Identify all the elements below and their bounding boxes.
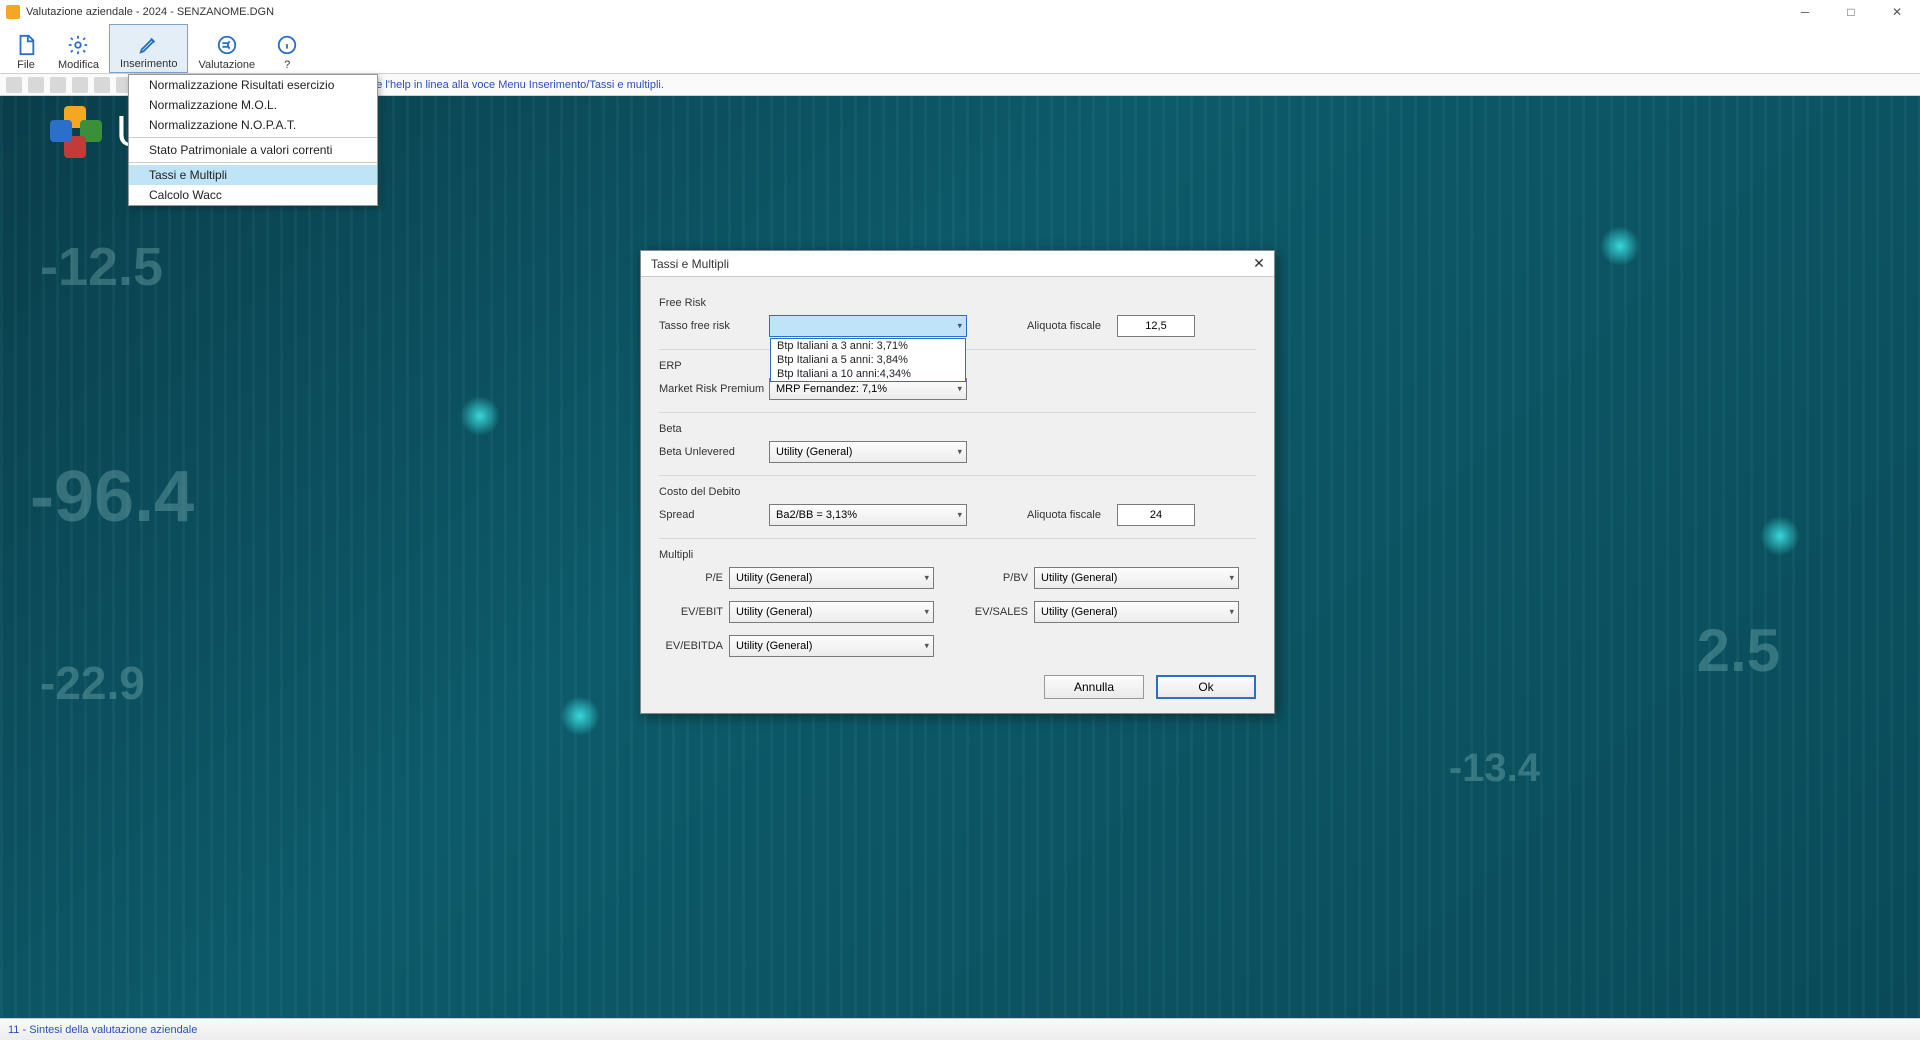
euro-icon xyxy=(215,33,239,57)
gear-icon xyxy=(66,33,90,57)
combo-option[interactable]: Btp Italiani a 3 anni: 3,71% xyxy=(771,339,965,353)
evebit-combo[interactable]: Utility (General) ▾ xyxy=(729,601,934,623)
pbv-label: P/BV xyxy=(964,572,1034,584)
aliquota2-label: Aliquota fiscale xyxy=(1027,509,1117,521)
dialog-title-text: Tassi e Multipli xyxy=(651,257,729,271)
menu-item-norm-risultati[interactable]: Normalizzazione Risultati esercizio xyxy=(129,75,377,95)
minimize-button[interactable]: ─ xyxy=(1782,0,1828,24)
toolbar-modifica[interactable]: Modifica xyxy=(48,24,109,73)
chevron-down-icon: ▾ xyxy=(1229,607,1234,618)
combo-option[interactable]: Btp Italiani a 10 anni:4,34% xyxy=(771,367,965,381)
chevron-down-icon: ▾ xyxy=(957,321,962,332)
combo-option[interactable]: Btp Italiani a 5 anni: 3,84% xyxy=(771,353,965,367)
pe-combo[interactable]: Utility (General) ▾ xyxy=(729,567,934,589)
tasso-freerisk-options: Btp Italiani a 3 anni: 3,71% Btp Italian… xyxy=(770,338,966,382)
maximize-button[interactable]: □ xyxy=(1828,0,1874,24)
section-freerisk-label: Free Risk xyxy=(659,297,1256,309)
mini-icon[interactable] xyxy=(50,77,66,93)
menu-item-calcolo-wacc[interactable]: Calcolo Wacc xyxy=(129,185,377,205)
cancel-button-label: Annulla xyxy=(1074,680,1114,694)
chevron-down-icon: ▾ xyxy=(924,573,929,584)
toolbar-help[interactable]: ? xyxy=(265,24,309,73)
tassi-multipli-dialog: Tassi e Multipli ✕ Free Risk Tasso free … xyxy=(640,250,1275,714)
pencil-icon xyxy=(137,32,161,56)
toolbar-modifica-label: Modifica xyxy=(58,59,99,71)
aliquota1-input[interactable] xyxy=(1117,315,1195,337)
evebit-label: EV/EBIT xyxy=(659,606,729,618)
evebit-value: Utility (General) xyxy=(736,606,812,618)
inserimento-menu: Normalizzazione Risultati esercizio Norm… xyxy=(128,74,378,206)
menu-separator xyxy=(129,162,377,163)
mrp-label: Market Risk Premium xyxy=(659,383,769,395)
cancel-button[interactable]: Annulla xyxy=(1044,675,1144,699)
menu-separator xyxy=(129,137,377,138)
statusbar-text: 11 - Sintesi della valutazione aziendale xyxy=(8,1024,197,1036)
chevron-down-icon: ▾ xyxy=(957,510,962,521)
evsales-combo[interactable]: Utility (General) ▾ xyxy=(1034,601,1239,623)
section-costodebito-label: Costo del Debito xyxy=(659,486,1256,498)
toolbar-valutazione[interactable]: Valutazione xyxy=(188,24,265,73)
menu-item-stato-patrimoniale[interactable]: Stato Patrimoniale a valori correnti xyxy=(129,140,377,160)
tasso-freerisk-label: Tasso free risk xyxy=(659,320,769,332)
beta-unlevered-label: Beta Unlevered xyxy=(659,446,769,458)
main-toolbar: File Modifica Inserimento Valutazione ? xyxy=(0,24,1920,74)
pe-label: P/E xyxy=(659,572,729,584)
dialog-close-button[interactable]: ✕ xyxy=(1248,253,1270,273)
ok-button[interactable]: Ok xyxy=(1156,675,1256,699)
mrp-value: MRP Fernandez: 7,1% xyxy=(776,383,887,395)
mini-icon[interactable] xyxy=(94,77,110,93)
tasso-freerisk-combo[interactable]: ▾ Btp Italiani a 3 anni: 3,71% Btp Itali… xyxy=(769,315,967,337)
chevron-down-icon: ▾ xyxy=(924,607,929,618)
chevron-down-icon: ▾ xyxy=(957,384,962,395)
dialog-titlebar: Tassi e Multipli ✕ xyxy=(641,251,1274,277)
evebitda-combo[interactable]: Utility (General) ▾ xyxy=(729,635,934,657)
mini-icon[interactable] xyxy=(28,77,44,93)
chevron-down-icon: ▾ xyxy=(924,641,929,652)
close-button[interactable]: ✕ xyxy=(1874,0,1920,24)
section-multipli-label: Multipli xyxy=(659,549,1256,561)
titlebar: Valutazione aziendale - 2024 - SENZANOME… xyxy=(0,0,1920,24)
file-icon xyxy=(14,33,38,57)
aliquota2-input[interactable] xyxy=(1117,504,1195,526)
aliquota1-label: Aliquota fiscale xyxy=(1027,320,1117,332)
app-icon xyxy=(6,5,20,19)
spread-label: Spread xyxy=(659,509,769,521)
beta-unlevered-combo[interactable]: Utility (General) ▾ xyxy=(769,441,967,463)
menu-item-norm-nopat[interactable]: Normalizzazione N.O.P.A.T. xyxy=(129,115,377,135)
evsales-value: Utility (General) xyxy=(1041,606,1117,618)
pe-value: Utility (General) xyxy=(736,572,812,584)
menu-item-tassi-multipli[interactable]: Tassi e Multipli xyxy=(129,165,377,185)
spread-combo[interactable]: Ba2/BB = 3,13% ▾ xyxy=(769,504,967,526)
chevron-down-icon: ▾ xyxy=(1229,573,1234,584)
info-icon xyxy=(275,33,299,57)
chevron-down-icon: ▾ xyxy=(957,447,962,458)
ok-button-label: Ok xyxy=(1198,680,1213,694)
pbv-value: Utility (General) xyxy=(1041,572,1117,584)
menu-item-norm-mol[interactable]: Normalizzazione M.O.L. xyxy=(129,95,377,115)
mini-icon[interactable] xyxy=(72,77,88,93)
toolbar-file-label: File xyxy=(17,59,35,71)
window-title: Valutazione aziendale - 2024 - SENZANOME… xyxy=(26,6,274,18)
section-beta-label: Beta xyxy=(659,423,1256,435)
toolbar-inserimento[interactable]: Inserimento xyxy=(109,24,188,73)
toolbar-file[interactable]: File xyxy=(4,24,48,73)
toolbar-valutazione-label: Valutazione xyxy=(198,59,255,71)
evsales-label: EV/SALES xyxy=(964,606,1034,618)
brand-logo-icon xyxy=(50,106,102,158)
evebitda-value: Utility (General) xyxy=(736,640,812,652)
beta-unlevered-value: Utility (General) xyxy=(776,446,852,458)
spread-value: Ba2/BB = 3,13% xyxy=(776,509,857,521)
toolbar-help-label: ? xyxy=(284,59,290,71)
toolbar-inserimento-label: Inserimento xyxy=(120,58,177,70)
pbv-combo[interactable]: Utility (General) ▾ xyxy=(1034,567,1239,589)
mini-icon[interactable] xyxy=(6,77,22,93)
statusbar: 11 - Sintesi della valutazione aziendale xyxy=(0,1018,1920,1040)
evebitda-label: EV/EBITDA xyxy=(659,640,729,652)
